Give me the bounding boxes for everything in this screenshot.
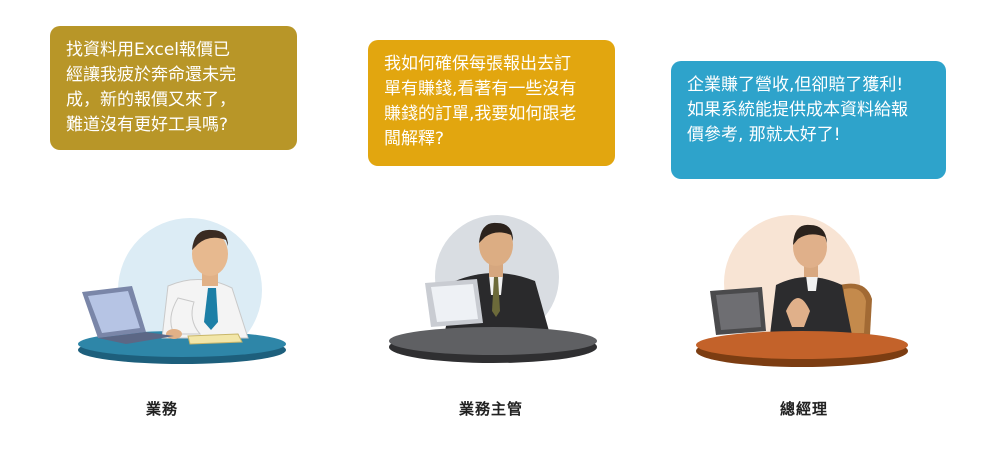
speech-line: 賺錢的訂單,我要如何跟老 <box>384 104 577 124</box>
speech-line: 我如何確保每張報出去訂 <box>384 54 571 74</box>
speech-line: 找資料用Excel報價已 <box>66 40 231 60</box>
manager-illustration <box>696 215 908 367</box>
speech-line: 價參考, 那就太好了! <box>687 125 841 145</box>
supervisor-illustration <box>389 215 597 363</box>
speech-bubble-supervisor: 我如何確保每張報出去訂 單有賺錢,看著有一些沒有 賺錢的訂單,我要如何跟老 闆解… <box>368 40 615 166</box>
speech-line: 成，新的報價又來了， <box>66 90 236 110</box>
speech-bubble-sales: 找資料用Excel報價已 經讓我疲於奔命還未完 成，新的報價又來了， 難道沒有更… <box>50 26 297 150</box>
role-label-manager: 總經理 <box>779 400 828 418</box>
speech-line: 闆解釋? <box>384 129 445 149</box>
sales-person-illustration <box>78 218 286 364</box>
speech-line: 難道沒有更好工具嗎? <box>66 115 229 135</box>
desk <box>696 331 908 359</box>
role-label-supervisor: 業務主管 <box>458 400 523 418</box>
speech-bubble-manager: 企業賺了營收,但卻賠了獲利! 如果系統能提供成本資料給報 價參考, 那就太好了! <box>671 61 946 179</box>
role-label-sales: 業務 <box>145 400 178 418</box>
speech-line: 如果系統能提供成本資料給報 <box>687 100 908 120</box>
speech-line: 企業賺了營收,但卻賠了獲利! <box>687 75 904 95</box>
desk <box>389 327 597 355</box>
speech-line: 經讓我疲於奔命還未完 <box>66 65 236 85</box>
speech-line: 單有賺錢,看著有一些沒有 <box>384 79 577 99</box>
